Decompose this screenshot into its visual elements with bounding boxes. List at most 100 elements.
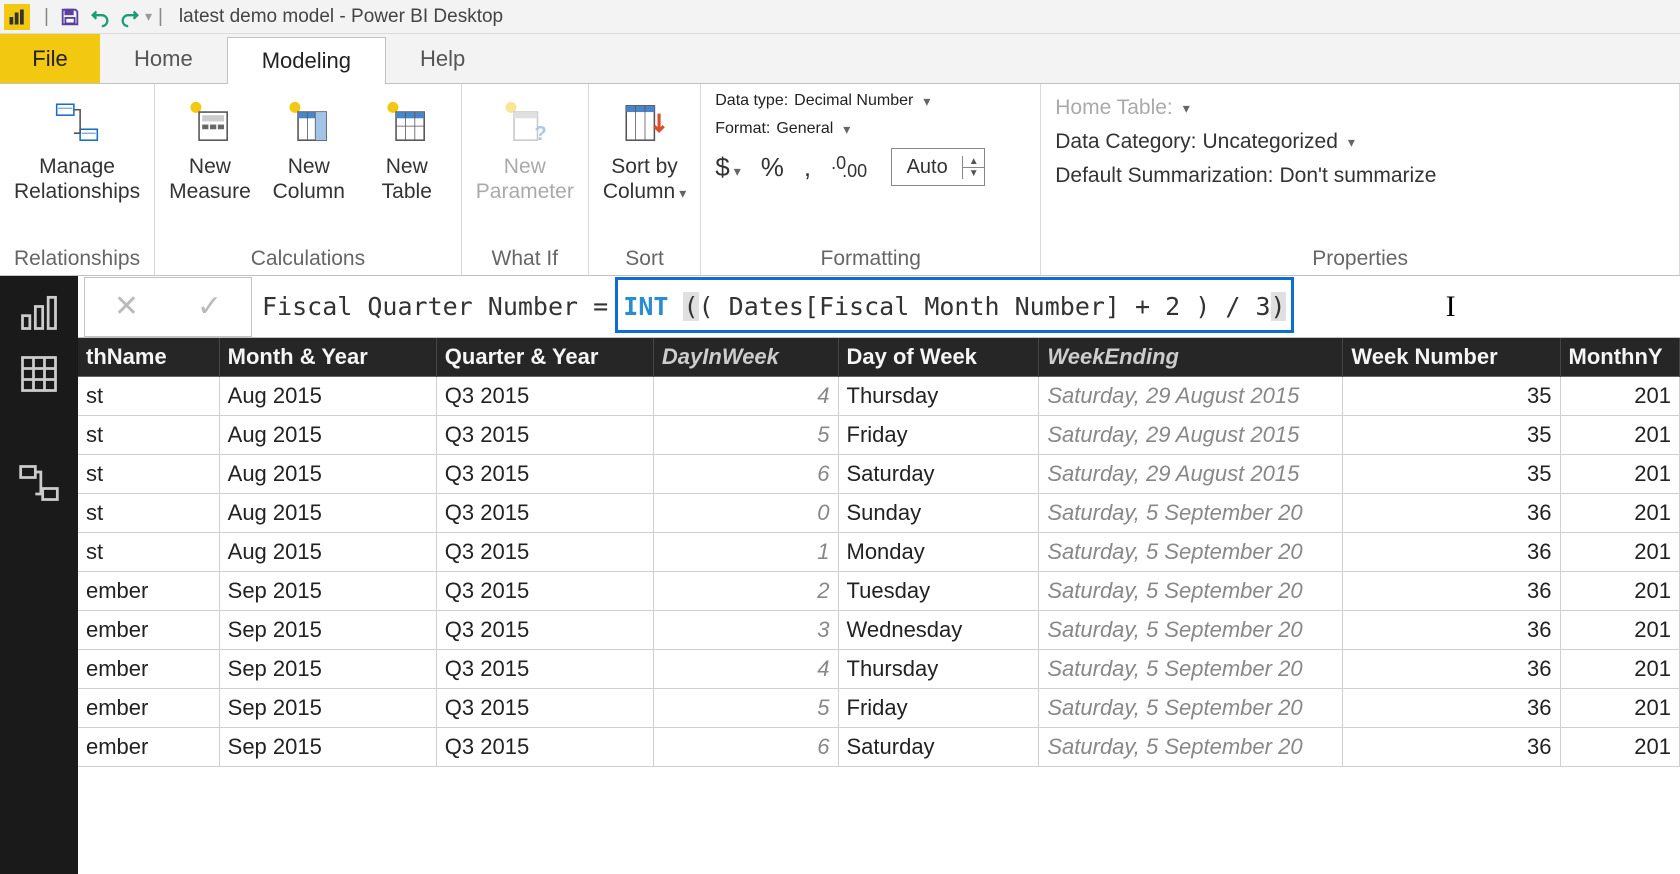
table-row[interactable]: emberSep 2015Q3 20153WednesdaySaturday, … — [78, 611, 1680, 650]
qat-customize-icon[interactable]: ▾ — [145, 8, 152, 25]
currency-button[interactable]: $▾ — [715, 152, 741, 183]
data-view-button[interactable] — [17, 352, 61, 401]
table-cell[interactable]: Q3 2015 — [436, 728, 653, 767]
save-button[interactable] — [55, 0, 85, 34]
table-cell[interactable]: 1 — [653, 533, 838, 572]
column-header[interactable]: WeekEnding — [1039, 338, 1343, 377]
data-grid[interactable]: thNameMonth & YearQuarter & YearDayInWee… — [78, 338, 1680, 874]
table-cell[interactable]: 36 — [1343, 650, 1560, 689]
table-cell[interactable]: Saturday, 5 September 20 — [1039, 533, 1343, 572]
table-cell[interactable]: Q3 2015 — [436, 494, 653, 533]
table-cell[interactable]: 201 — [1560, 416, 1680, 455]
report-view-button[interactable] — [17, 290, 61, 339]
table-cell[interactable]: Sep 2015 — [219, 689, 436, 728]
table-cell[interactable]: Saturday, 5 September 20 — [1039, 572, 1343, 611]
table-cell[interactable]: Aug 2015 — [219, 533, 436, 572]
table-cell[interactable]: Sep 2015 — [219, 611, 436, 650]
table-cell[interactable]: Q3 2015 — [436, 377, 653, 416]
column-header[interactable]: Quarter & Year — [436, 338, 653, 377]
column-header[interactable]: thName — [78, 338, 219, 377]
table-cell[interactable]: 3 — [653, 611, 838, 650]
table-cell[interactable]: ember — [78, 572, 219, 611]
table-cell[interactable]: Wednesday — [838, 611, 1039, 650]
table-cell[interactable]: st — [78, 533, 219, 572]
table-cell[interactable]: Saturday, 5 September 20 — [1039, 689, 1343, 728]
table-cell[interactable]: 201 — [1560, 455, 1680, 494]
table-cell[interactable]: Saturday, 29 August 2015 — [1039, 377, 1343, 416]
formula-input[interactable]: Fiscal Quarter Number = INT ( ( Dates[Fi… — [252, 277, 1680, 337]
table-cell[interactable]: st — [78, 377, 219, 416]
table-cell[interactable]: 201 — [1560, 494, 1680, 533]
tab-modeling[interactable]: Modeling — [227, 37, 386, 84]
new-table-button[interactable]: New Table — [367, 92, 447, 204]
table-cell[interactable]: 6 — [653, 728, 838, 767]
table-row[interactable]: emberSep 2015Q3 20156SaturdaySaturday, 5… — [78, 728, 1680, 767]
decimal-places-input[interactable]: Auto ▲▼ — [891, 148, 985, 186]
column-header[interactable]: Month & Year — [219, 338, 436, 377]
table-cell[interactable]: Q3 2015 — [436, 416, 653, 455]
model-view-button[interactable] — [17, 461, 61, 510]
table-cell[interactable]: 201 — [1560, 533, 1680, 572]
table-cell[interactable]: Q3 2015 — [436, 455, 653, 494]
table-cell[interactable]: 6 — [653, 455, 838, 494]
thousands-button[interactable]: , — [804, 152, 811, 183]
table-cell[interactable]: Tuesday — [838, 572, 1039, 611]
table-row[interactable]: stAug 2015Q3 20150SundaySaturday, 5 Sept… — [78, 494, 1680, 533]
table-cell[interactable]: Friday — [838, 416, 1039, 455]
table-row[interactable]: stAug 2015Q3 20156SaturdaySaturday, 29 A… — [78, 455, 1680, 494]
table-cell[interactable]: ember — [78, 728, 219, 767]
undo-button[interactable] — [85, 0, 115, 34]
table-cell[interactable]: Monday — [838, 533, 1039, 572]
redo-button[interactable] — [115, 0, 145, 34]
table-cell[interactable]: 201 — [1560, 650, 1680, 689]
table-cell[interactable]: 35 — [1343, 377, 1560, 416]
table-cell[interactable]: 5 — [653, 689, 838, 728]
table-cell[interactable]: Saturday — [838, 728, 1039, 767]
table-cell[interactable]: 0 — [653, 494, 838, 533]
table-cell[interactable]: Saturday, 29 August 2015 — [1039, 416, 1343, 455]
data-category-dropdown[interactable]: Data Category: Uncategorized ▾ — [1055, 130, 1665, 154]
tab-home[interactable]: Home — [100, 34, 227, 83]
table-cell[interactable]: Q3 2015 — [436, 533, 653, 572]
default-summarization-dropdown[interactable]: Default Summarization: Don't summarize — [1055, 164, 1665, 188]
table-row[interactable]: stAug 2015Q3 20155FridaySaturday, 29 Aug… — [78, 416, 1680, 455]
table-cell[interactable]: Q3 2015 — [436, 650, 653, 689]
table-cell[interactable]: 36 — [1343, 494, 1560, 533]
table-cell[interactable]: Sep 2015 — [219, 572, 436, 611]
table-cell[interactable]: Saturday, 5 September 20 — [1039, 728, 1343, 767]
table-cell[interactable]: Aug 2015 — [219, 416, 436, 455]
table-row[interactable]: emberSep 2015Q3 20152TuesdaySaturday, 5 … — [78, 572, 1680, 611]
table-cell[interactable]: 201 — [1560, 689, 1680, 728]
table-cell[interactable]: Q3 2015 — [436, 611, 653, 650]
table-cell[interactable]: 36 — [1343, 572, 1560, 611]
tab-file[interactable]: File — [0, 34, 100, 83]
table-cell[interactable]: 36 — [1343, 611, 1560, 650]
table-cell[interactable]: ember — [78, 650, 219, 689]
table-cell[interactable]: Q3 2015 — [436, 689, 653, 728]
table-cell[interactable]: Thursday — [838, 377, 1039, 416]
table-cell[interactable]: Q3 2015 — [436, 572, 653, 611]
spin-down-icon[interactable]: ▼ — [963, 168, 984, 179]
table-cell[interactable]: ember — [78, 611, 219, 650]
table-cell[interactable]: Saturday, 29 August 2015 — [1039, 455, 1343, 494]
table-cell[interactable]: st — [78, 416, 219, 455]
format-dropdown[interactable]: Format: General ▾ — [715, 120, 850, 138]
sort-by-column-button[interactable]: Sort by Column▾ — [603, 92, 686, 204]
table-cell[interactable]: 201 — [1560, 728, 1680, 767]
column-header[interactable]: MonthnY — [1560, 338, 1680, 377]
table-cell[interactable]: 4 — [653, 377, 838, 416]
table-cell[interactable]: Thursday — [838, 650, 1039, 689]
table-row[interactable]: emberSep 2015Q3 20155FridaySaturday, 5 S… — [78, 689, 1680, 728]
table-row[interactable]: emberSep 2015Q3 20154ThursdaySaturday, 5… — [78, 650, 1680, 689]
table-cell[interactable]: 2 — [653, 572, 838, 611]
table-cell[interactable]: 201 — [1560, 611, 1680, 650]
table-cell[interactable]: 201 — [1560, 572, 1680, 611]
table-cell[interactable]: ember — [78, 689, 219, 728]
table-cell[interactable]: st — [78, 494, 219, 533]
table-cell[interactable]: Sep 2015 — [219, 728, 436, 767]
table-cell[interactable]: Sep 2015 — [219, 650, 436, 689]
commit-formula-icon[interactable]: ✓ — [197, 289, 222, 324]
table-cell[interactable]: 35 — [1343, 455, 1560, 494]
spin-up-icon[interactable]: ▲ — [963, 156, 984, 168]
column-header[interactable]: DayInWeek — [653, 338, 838, 377]
